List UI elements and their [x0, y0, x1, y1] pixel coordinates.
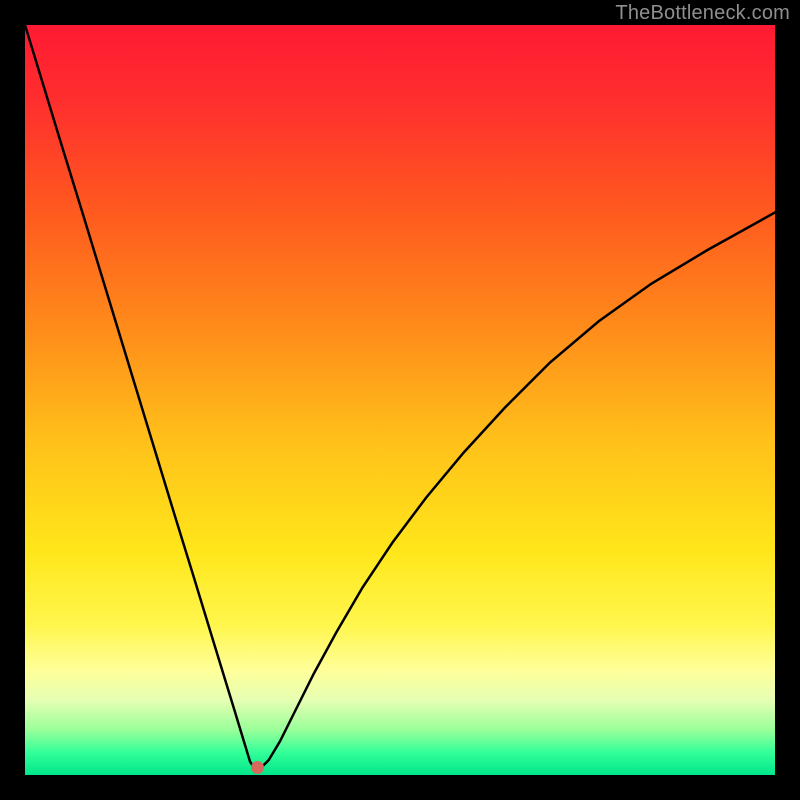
watermark-text: TheBottleneck.com	[615, 2, 790, 25]
bottleneck-chart	[25, 25, 775, 775]
chart-frame	[25, 25, 775, 775]
gradient-background	[25, 25, 775, 775]
optimal-point-marker	[251, 761, 264, 774]
